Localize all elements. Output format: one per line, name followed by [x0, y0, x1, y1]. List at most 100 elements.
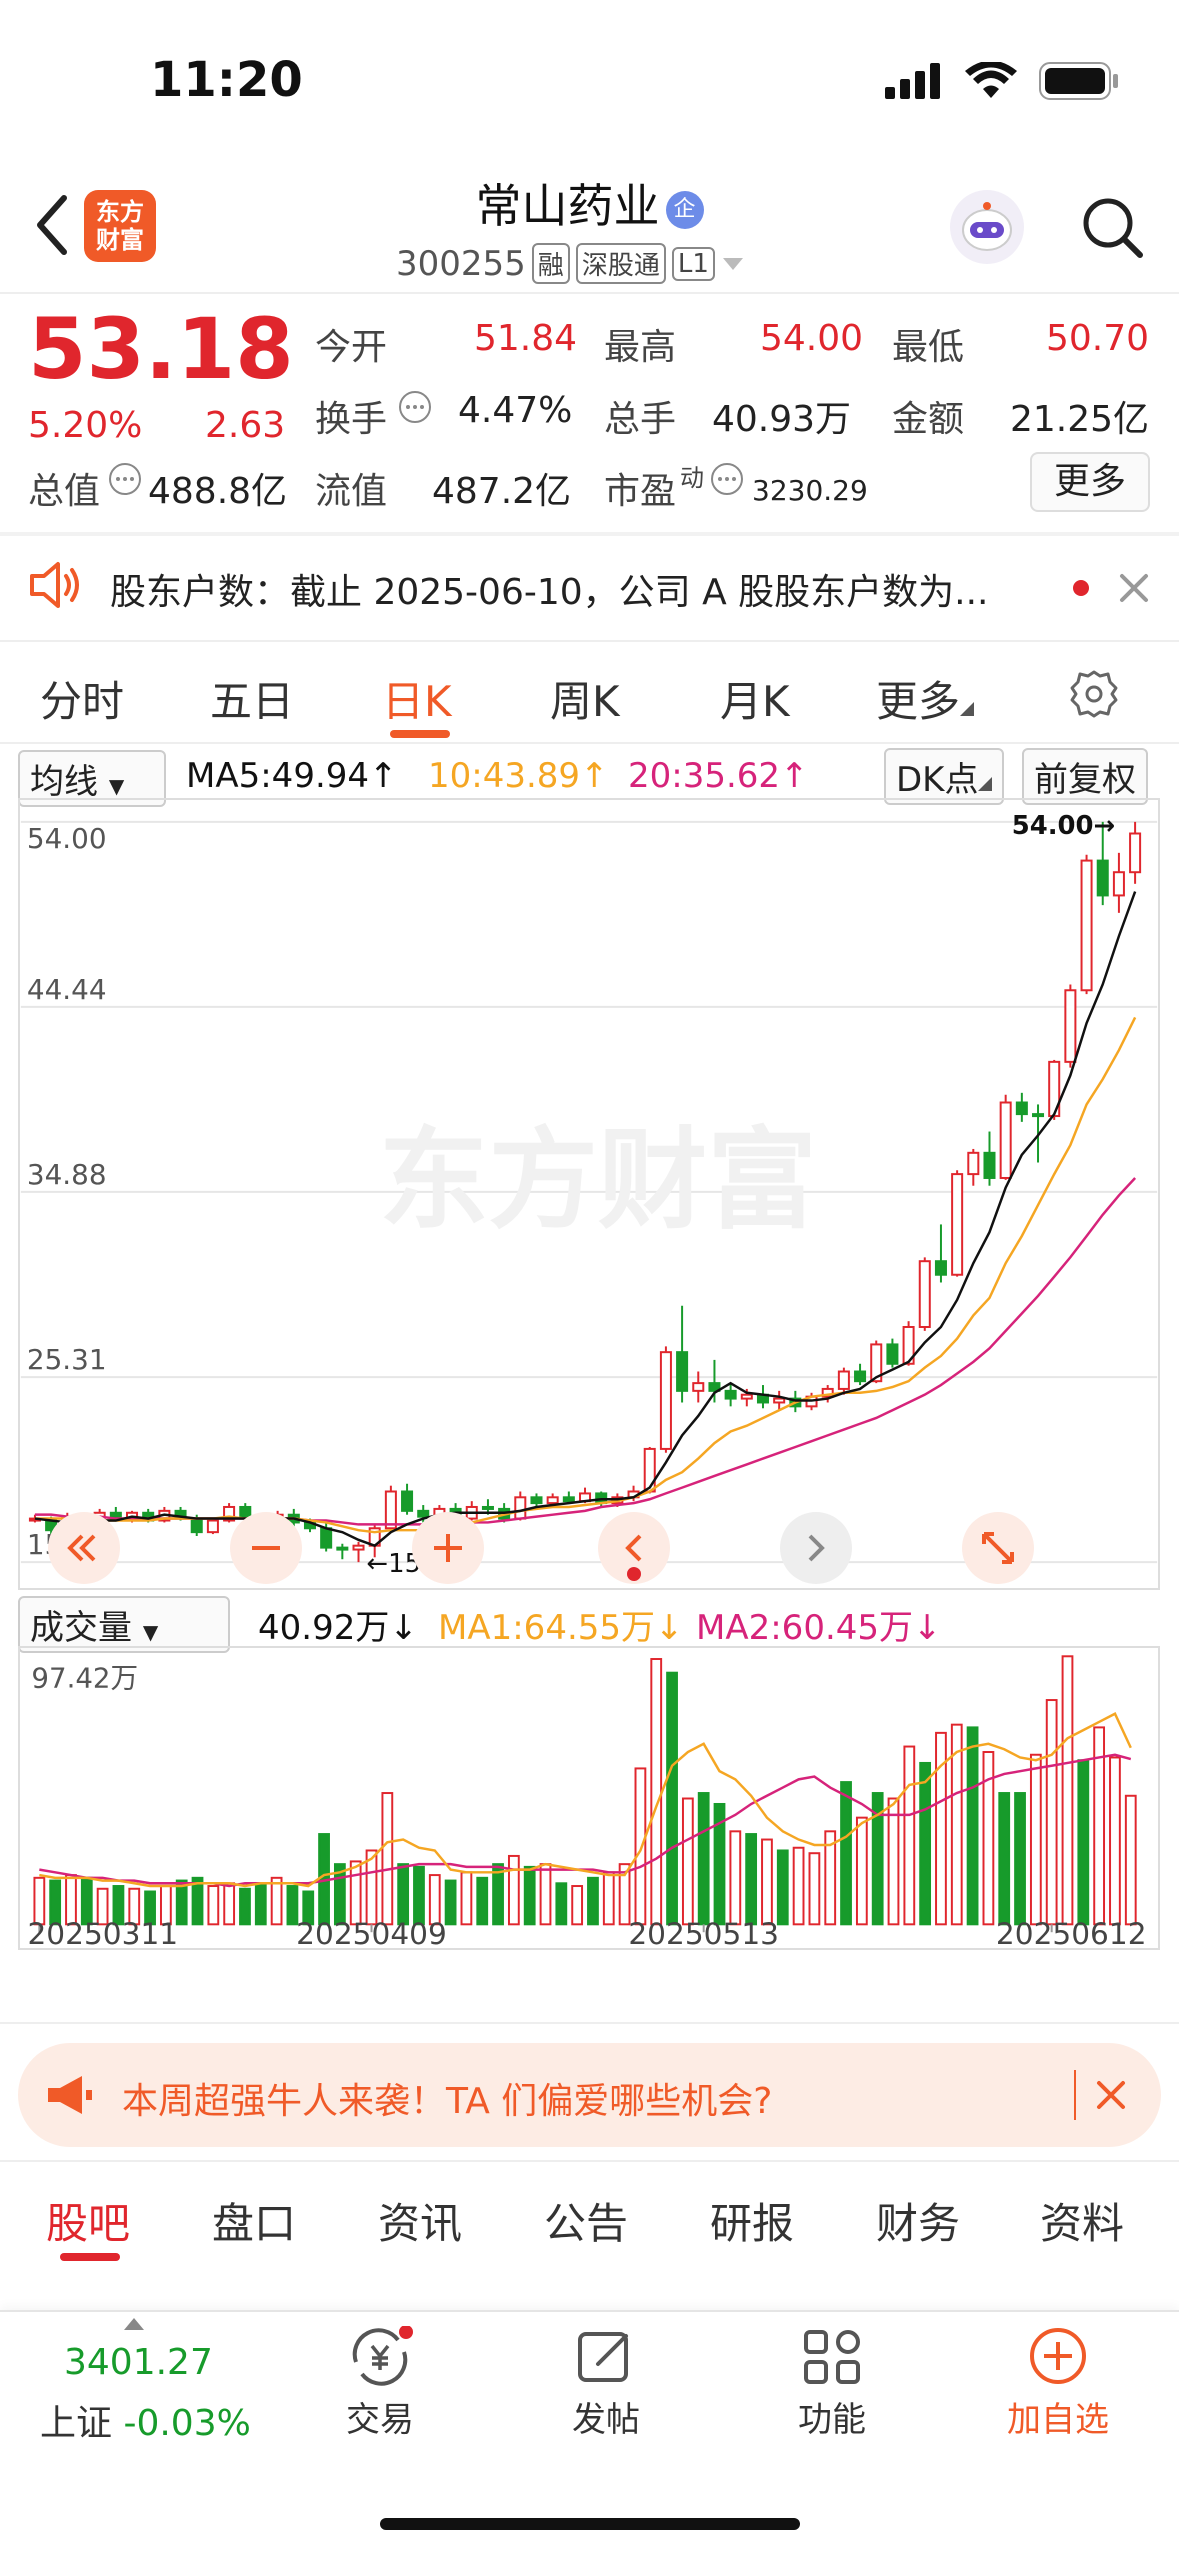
home-indicator [380, 2518, 800, 2530]
close-icon[interactable] [1096, 2080, 1126, 2110]
float-cap-value: 487.2亿 [432, 471, 572, 512]
scroll-left-button[interactable] [598, 1512, 670, 1584]
zoom-out-button[interactable] [230, 1512, 302, 1584]
signal-icon [885, 63, 940, 99]
status-time: 11:20 [150, 52, 303, 108]
change-amount: 2.63 [205, 405, 286, 446]
volume-bar [808, 1852, 821, 1926]
candlestick-chart[interactable]: 54.0044.4434.8825.3115.75 东方财富 54.00→←15… [18, 798, 1160, 1590]
volume-bar [855, 1816, 868, 1926]
candle [401, 1490, 414, 1512]
candle [967, 1151, 980, 1176]
settings-gear-icon[interactable] [1068, 668, 1120, 720]
volume-y-tick: 97.42万 [31, 1661, 138, 1694]
low-label: 最低 [892, 327, 965, 368]
volume-indicator-select[interactable]: 成交量 ▼ [18, 1596, 230, 1653]
candle [1112, 871, 1125, 897]
volume-bar [254, 1882, 267, 1926]
candle [724, 1389, 737, 1400]
nav-trade[interactable]: 交易 [290, 2325, 470, 2476]
index-line[interactable]: 上证 -0.03% [40, 2394, 251, 2446]
info-dots-icon[interactable] [710, 462, 744, 496]
candle [206, 1519, 219, 1534]
search-icon[interactable] [1080, 195, 1146, 261]
chevron-left-icon [625, 1534, 642, 1581]
edit-post-icon [578, 2332, 628, 2382]
tab-research[interactable]: 研报 [710, 2190, 794, 2251]
info-dots-icon[interactable] [108, 462, 142, 496]
notice-text[interactable]: 股东户数：截止 2025-06-10，公司 A 股股东户数为... [110, 563, 989, 615]
watermark-logo: 东方财富 [379, 1116, 817, 1244]
volume-bar [840, 1781, 852, 1926]
assistant-robot-icon[interactable] [950, 190, 1024, 264]
tab-announcements[interactable]: 公告 [544, 2190, 628, 2251]
index-value[interactable]: 3401.27 [64, 2342, 213, 2383]
tab-financials[interactable]: 财务 [876, 2190, 960, 2251]
tab-order-book[interactable]: 盘口 [212, 2190, 296, 2251]
wifi-icon [965, 62, 1017, 98]
volume-bar [761, 1838, 773, 1926]
candle [692, 1382, 705, 1392]
volume-bar [602, 1871, 615, 1926]
tab-monthly-k[interactable]: 月K [720, 668, 790, 729]
unread-dot [1073, 580, 1089, 596]
nav-trade-label: 交易 [346, 2400, 414, 2440]
tab-daily-k[interactable]: 日K [382, 668, 452, 729]
nav-functions[interactable]: 功能 [742, 2326, 922, 2476]
candle [1015, 1101, 1028, 1116]
volume-bar [207, 1885, 220, 1926]
candle [546, 1496, 559, 1505]
volume-ma2-readout: MA2:60.45万↓ [696, 1608, 942, 1648]
chart-divider [0, 2022, 1179, 2024]
index-name: 上证 [40, 2403, 113, 2444]
candle [837, 1370, 850, 1390]
volume-bar [697, 1792, 710, 1926]
tab-intraday[interactable]: 分时 [40, 668, 124, 729]
promo-divider [0, 2160, 1179, 2162]
expand-icon [982, 1532, 1014, 1564]
candle [676, 1351, 689, 1392]
nav-post[interactable]: 发帖 [516, 2326, 696, 2476]
adjust-button[interactable]: 前复权 [1022, 748, 1148, 805]
scroll-left-fast-button[interactable] [48, 1512, 120, 1584]
candle [320, 1527, 333, 1549]
battery-icon [1039, 62, 1118, 100]
volume-bar [555, 1882, 568, 1926]
header-divider [0, 292, 1179, 294]
candle [1129, 832, 1142, 874]
candle [481, 1505, 494, 1510]
ma20-readout: 20:35.62↑ [628, 756, 809, 796]
volume-bar [460, 1871, 473, 1926]
zoom-in-button[interactable] [412, 1512, 484, 1584]
more-button[interactable]: 更多 [1030, 452, 1150, 512]
candle [1032, 1113, 1045, 1118]
candle [740, 1393, 753, 1400]
stock-code-line[interactable]: 300255 融 深股通 L1 [396, 243, 745, 284]
status-icons [885, 62, 1119, 100]
close-icon[interactable] [1118, 572, 1150, 604]
fullscreen-button[interactable] [962, 1512, 1034, 1584]
notice-divider [0, 640, 1179, 642]
tab-weekly-k[interactable]: 周K [550, 668, 620, 729]
tab-forum[interactable]: 股吧 [46, 2190, 130, 2251]
x-tick-label: 20250612 [996, 1917, 1147, 1950]
volume-bar [666, 1671, 678, 1926]
tab-profile[interactable]: 资料 [1040, 2190, 1124, 2251]
double-chevron-left-icon [67, 1534, 96, 1562]
info-dots-icon[interactable] [398, 390, 432, 424]
dk-point-button[interactable]: DK点 [884, 748, 1005, 805]
tab-five-day[interactable]: 五日 [210, 668, 294, 729]
plus-icon [434, 1534, 462, 1562]
expand-up-triangle-icon[interactable] [122, 2316, 146, 2332]
tab-more[interactable]: 更多 [876, 668, 975, 729]
volume-bar [223, 1882, 236, 1926]
volume-bar [681, 1797, 694, 1926]
nav-add-watchlist[interactable]: 加自选 [968, 2326, 1148, 2476]
volume-chart[interactable]: 97.42万 20250311 20250409 20250513 20250612 [18, 1646, 1160, 1950]
ma5-readout: MA5:49.94↑ [186, 756, 398, 796]
tab-news[interactable]: 资讯 [378, 2190, 462, 2251]
candle [854, 1370, 867, 1383]
scroll-right-button[interactable] [780, 1512, 852, 1584]
volume-bar [239, 1887, 251, 1926]
volume-bar [1014, 1792, 1026, 1926]
